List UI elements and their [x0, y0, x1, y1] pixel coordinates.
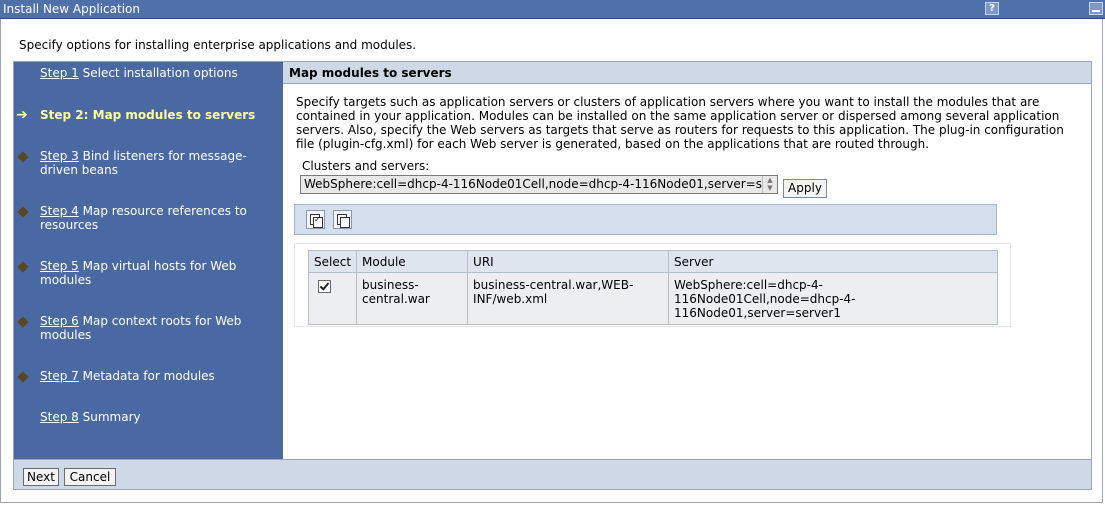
- step-6-marker: [16, 315, 30, 329]
- step-description: Specify targets such as application serv…: [296, 95, 1064, 151]
- uri-cell: business-central.war,WEB-INF/web.xml: [467, 272, 670, 325]
- step-4-marker: [16, 205, 30, 219]
- table-header-row: Select Module URI Server: [307, 250, 998, 273]
- step-5-link[interactable]: Step 5: [40, 259, 79, 273]
- page-title: Map modules to servers: [289, 66, 452, 80]
- step-2: Step 2: Map modules to servers: [40, 108, 260, 122]
- step-1-label: Select installation options: [82, 66, 238, 80]
- wizard-content: Map modules to servers Specify targets s…: [283, 62, 1091, 459]
- install-wizard: Step 1 Select installation options ➔ Ste…: [13, 61, 1092, 490]
- wizard-footer: Next Cancel: [14, 459, 1091, 489]
- step-4[interactable]: Step 4 Map resource references to resour…: [40, 204, 260, 232]
- wizard-steps-sidebar: Step 1 Select installation options ➔ Ste…: [14, 62, 283, 459]
- step-7[interactable]: Step 7 Metadata for modules: [40, 369, 260, 383]
- cancel-button[interactable]: Cancel: [64, 468, 116, 486]
- select-cell: [307, 272, 358, 325]
- current-step-marker: ➔: [16, 108, 30, 122]
- step-3[interactable]: Step 3 Bind listeners for message-driven…: [40, 149, 260, 177]
- step-7-link[interactable]: Step 7: [40, 369, 79, 383]
- column-header-server[interactable]: Server: [668, 250, 998, 273]
- page-intro: Specify options for installing enterpris…: [19, 38, 417, 52]
- step-3-link[interactable]: Step 3: [40, 149, 79, 163]
- step-6[interactable]: Step 6 Map context roots for Web modules: [40, 314, 260, 342]
- step-2-number: Step 2:: [40, 108, 89, 122]
- next-button[interactable]: Next: [23, 468, 59, 486]
- table-row: business-central.war business-central.wa…: [307, 272, 998, 325]
- step-1[interactable]: Step 1 Select installation options: [40, 66, 260, 80]
- step-7-marker: [16, 370, 30, 384]
- window-title: Install New Application: [3, 2, 140, 16]
- column-header-select[interactable]: Select: [307, 250, 358, 273]
- arrow-right-icon: ➔: [16, 107, 28, 123]
- clusters-servers-value: WebSphere:cell=dhcp-4-116Node01Cell,node…: [304, 177, 778, 191]
- clusters-label: Clusters and servers:: [302, 159, 430, 173]
- step-5-marker: [16, 260, 30, 274]
- step-8[interactable]: Step 8 Summary: [40, 410, 260, 424]
- diamond-icon: [17, 151, 29, 163]
- deselect-all-icon: [340, 217, 350, 228]
- modules-table-container: Select Module URI Server business-centra…: [294, 243, 1011, 327]
- diamond-icon: [17, 206, 29, 218]
- server-cell: WebSphere:cell=dhcp-4-116Node01Cell,node…: [668, 272, 998, 325]
- content-header: Map modules to servers: [283, 62, 1091, 84]
- diamond-icon: [17, 316, 29, 328]
- step-8-link[interactable]: Step 8: [40, 410, 79, 424]
- modules-table: Select Module URI Server business-centra…: [307, 250, 998, 325]
- step-3-marker: [16, 150, 30, 164]
- window-titlebar: Install New Application ?: [0, 0, 1105, 19]
- row-select-checkbox[interactable]: [318, 280, 331, 293]
- diamond-icon: [17, 261, 29, 273]
- minimize-icon[interactable]: [1089, 2, 1103, 15]
- apply-button[interactable]: Apply: [783, 179, 827, 198]
- step-8-label: Summary: [82, 410, 141, 424]
- step-4-link[interactable]: Step 4: [40, 204, 79, 218]
- deselect-all-button[interactable]: [333, 210, 352, 229]
- step-2-label: Map modules to servers: [92, 108, 256, 122]
- table-toolbar: ✓: [294, 204, 997, 235]
- clusters-servers-select[interactable]: WebSphere:cell=dhcp-4-116Node01Cell,node…: [300, 175, 778, 194]
- diamond-icon: [17, 371, 29, 383]
- select-all-button[interactable]: ✓: [306, 210, 325, 229]
- step-1-link[interactable]: Step 1: [40, 66, 79, 80]
- column-header-module[interactable]: Module: [356, 250, 469, 273]
- scroll-arrows-icon[interactable]: ▲ ▼: [762, 176, 777, 193]
- step-6-link[interactable]: Step 6: [40, 314, 79, 328]
- step-5[interactable]: Step 5 Map virtual hosts for Web modules: [40, 259, 260, 287]
- module-cell: business-central.war: [356, 272, 469, 325]
- help-icon[interactable]: ?: [985, 2, 999, 15]
- column-header-uri[interactable]: URI: [467, 250, 670, 273]
- step-7-label: Metadata for modules: [82, 369, 215, 383]
